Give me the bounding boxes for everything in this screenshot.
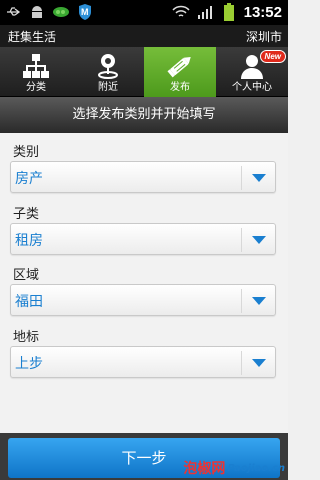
pencil-icon — [164, 50, 196, 82]
category-tree-icon — [20, 50, 52, 82]
wifi-icon — [172, 3, 190, 21]
clock-time: 13:52 — [243, 3, 282, 21]
district-select[interactable]: 福田 — [10, 284, 276, 316]
section-header: 选择发布类别并开始填写 — [0, 97, 288, 133]
location-pin-icon — [92, 50, 124, 82]
field-label-subcategory: 子类 — [13, 207, 40, 222]
chevron-down-icon — [241, 228, 275, 252]
app-title-bar: 赶集生活 深圳市 — [0, 25, 288, 47]
svg-text:M: M — [81, 7, 89, 17]
chevron-down-icon — [241, 351, 275, 375]
main-tab-bar: 分类 附近 发布 个人中心 New — [0, 47, 288, 97]
new-badge: New — [259, 50, 286, 63]
publish-form: 类别 房产 子类 租房 区域 福田 地标 上步 — [0, 133, 288, 433]
watermark-logo: 泡椒网 Paojiao.cn — [183, 457, 285, 479]
field-label-category: 类别 — [13, 145, 40, 160]
signal-icon — [196, 3, 214, 21]
field-label-landmark: 地标 — [13, 330, 40, 345]
tab-label: 附近 — [98, 82, 118, 93]
watermark-en: Paojiao.cn — [227, 462, 285, 474]
tab-profile[interactable]: 个人中心 New — [216, 47, 288, 97]
category-select[interactable]: 房产 — [10, 161, 276, 193]
peas-icon — [52, 3, 70, 21]
tab-label: 个人中心 — [232, 82, 272, 93]
tab-label: 发布 — [170, 82, 190, 93]
watermark-cn: 泡椒网 — [183, 461, 226, 477]
tab-label: 分类 — [26, 82, 46, 93]
status-bar-notifications: M — [4, 3, 94, 21]
android-icon — [28, 3, 46, 21]
battery-icon — [220, 3, 238, 21]
category-value: 房产 — [15, 171, 43, 187]
status-bar-system: 13:52 — [172, 3, 282, 21]
tab-category[interactable]: 分类 — [0, 47, 72, 97]
field-label-district: 区域 — [13, 268, 40, 283]
usb-icon — [4, 3, 22, 21]
subcategory-select[interactable]: 租房 — [10, 223, 276, 255]
subcategory-value: 租房 — [15, 233, 43, 249]
chevron-down-icon — [241, 289, 275, 313]
tab-nearby[interactable]: 附近 — [72, 47, 144, 97]
status-bar: M 13:52 — [0, 0, 288, 25]
landmark-value: 上步 — [15, 356, 43, 372]
shield-m-icon: M — [76, 3, 94, 21]
landmark-select[interactable]: 上步 — [10, 346, 276, 378]
chevron-down-icon — [241, 166, 275, 190]
district-value: 福田 — [15, 294, 43, 310]
app-title: 赶集生活 — [8, 30, 57, 44]
tab-publish[interactable]: 发布 — [144, 47, 216, 97]
city-selector[interactable]: 深圳市 — [246, 28, 282, 45]
